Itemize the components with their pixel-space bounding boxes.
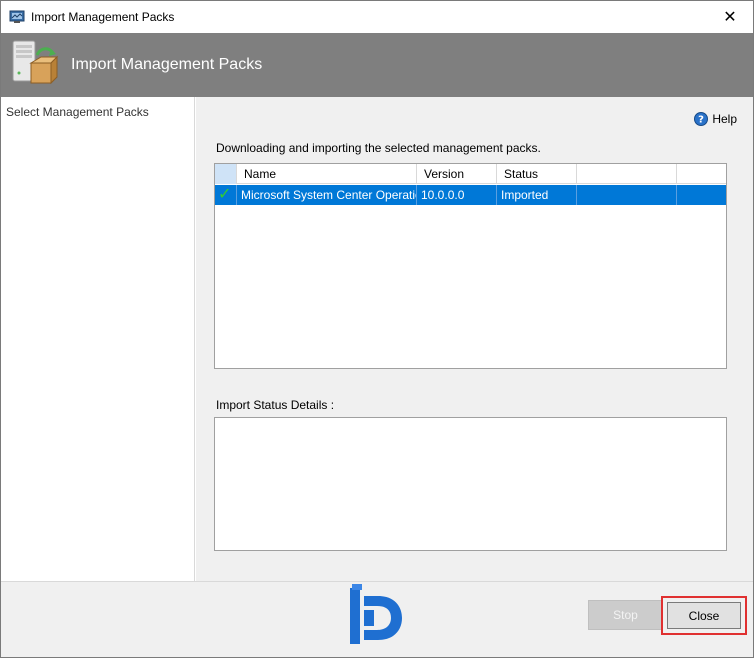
row-check-cell: ✓ [215,185,237,205]
wizard-nav-pane: Select Management Packs [1,97,195,581]
management-pack-server-icon [12,40,59,85]
help-icon: ? [694,112,709,126]
operations-console-icon [9,10,25,23]
nav-item-select-management-packs[interactable]: Select Management Packs [6,105,149,119]
title-bar[interactable]: Import Management Packs ✕ [1,1,753,33]
column-header-extra-1[interactable] [577,164,677,184]
window-title: Import Management Packs [31,10,175,24]
row-name-cell: Microsoft System Center Operation... [237,185,417,205]
help-link[interactable]: ? Help [694,112,737,126]
management-packs-list[interactable]: Name Version Status ✓ Microsoft System C… [214,163,727,369]
wizard-banner: Import Management Packs [1,33,753,97]
window-close-icon[interactable]: ✕ [707,1,753,33]
prajwal-desai-logo [350,584,402,644]
list-header: Name Version Status [215,164,726,184]
close-button-highlight: Close [661,596,747,635]
row-status-cell: Imported [497,185,577,205]
import-status-details-box[interactable] [214,417,727,551]
row-version-cell: 10.0.0.0 [417,185,497,205]
checkmark-icon: ✓ [218,186,232,203]
row-extra-cell-1 [577,185,677,205]
column-header-check[interactable] [215,164,237,184]
column-header-extra-2[interactable] [677,164,726,184]
table-row[interactable]: ✓ Microsoft System Center Operation... 1… [215,185,726,205]
wizard-content: ? Help Downloading and importing the sel… [196,97,753,581]
row-extra-cell-2 [677,185,726,205]
import-status-details-label: Import Status Details : [216,398,335,412]
svg-text:?: ? [698,115,704,126]
close-button[interactable]: Close [667,602,741,629]
import-management-packs-window: Import Management Packs ✕ Import Managem… [0,0,754,658]
banner-title: Import Management Packs [71,56,263,73]
column-header-name[interactable]: Name [237,164,417,184]
wizard-footer: Stop Close [1,581,753,657]
help-label: Help [712,112,737,126]
description-text: Downloading and importing the selected m… [216,141,541,155]
column-header-status[interactable]: Status [497,164,577,184]
column-header-version[interactable]: Version [417,164,497,184]
stop-button[interactable]: Stop [588,600,663,630]
